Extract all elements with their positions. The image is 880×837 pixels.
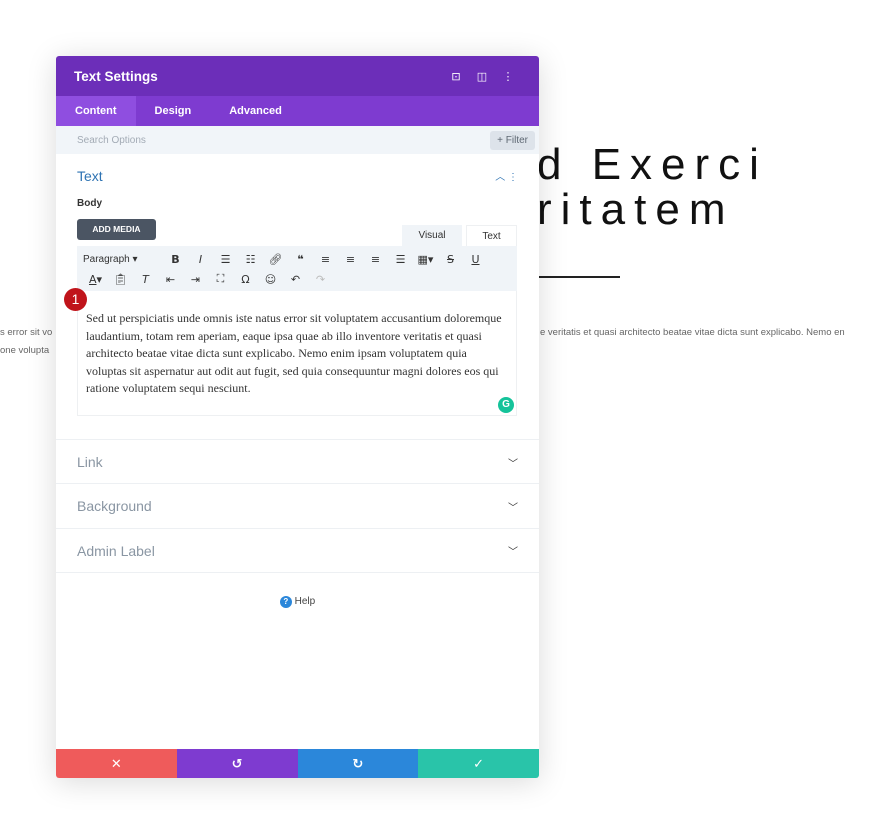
section-background[interactable]: Background ﹀ bbox=[56, 483, 539, 528]
grammarly-icon[interactable]: G bbox=[498, 397, 514, 413]
help-label: Help bbox=[294, 596, 316, 607]
section-admin-label[interactable]: Admin Label ﹀ bbox=[56, 528, 539, 573]
modal-header: Text Settings ⊡ ◫ ⋮ bbox=[56, 56, 539, 96]
align-left-icon[interactable]: ≡ bbox=[313, 253, 338, 266]
save-button[interactable]: ✓ bbox=[418, 749, 539, 778]
split-view-icon[interactable]: ◫ bbox=[469, 69, 495, 84]
strikethrough-icon[interactable]: S bbox=[438, 253, 463, 266]
undo-button[interactable]: ↺ bbox=[176, 749, 298, 778]
bold-icon[interactable]: B bbox=[163, 253, 188, 266]
bg-text: e veritatis et quasi architecto beatae v… bbox=[540, 327, 845, 338]
justify-icon[interactable]: ☰ bbox=[388, 253, 413, 266]
bg-divider bbox=[537, 276, 620, 278]
bg-text: one volupta bbox=[0, 345, 50, 356]
fullscreen-icon[interactable]: ⛶ bbox=[208, 272, 233, 286]
align-center-icon[interactable]: ≡ bbox=[338, 253, 363, 266]
link-icon[interactable]: 🔗︎ bbox=[263, 253, 288, 266]
tab-content[interactable]: Content bbox=[56, 96, 136, 126]
add-media-button[interactable]: ADD MEDIA bbox=[77, 219, 156, 240]
underline-icon[interactable]: U bbox=[463, 253, 488, 266]
chevron-down-icon: ﹀ bbox=[508, 458, 518, 470]
search-options-input[interactable]: Search Options + Filter bbox=[56, 126, 539, 154]
chevron-up-icon[interactable]: ︿ ⋮ bbox=[495, 168, 518, 184]
editor-toolbar: Paragraph ▾ B I ☰ ☷ 🔗︎ ❝ ≡ ≡ ≡ ☰ ▦▾ S U … bbox=[77, 246, 517, 291]
text-tab[interactable]: Text bbox=[466, 225, 517, 247]
paste-text-icon[interactable]: 📋︎ bbox=[108, 273, 133, 286]
search-placeholder: Search Options bbox=[77, 134, 146, 146]
chevron-down-icon: ﹀ bbox=[508, 502, 518, 514]
chevron-down-icon: ﹀ bbox=[508, 547, 518, 558]
align-right-icon[interactable]: ≡ bbox=[363, 253, 388, 266]
section-link[interactable]: Link ﹀ bbox=[56, 439, 539, 484]
bg-heading-1: d Exerci bbox=[537, 140, 768, 189]
more-icon[interactable]: ⋮ bbox=[495, 69, 521, 84]
filter-button[interactable]: + Filter bbox=[490, 130, 535, 150]
table-icon[interactable]: ▦▾ bbox=[413, 253, 438, 266]
italic-icon[interactable]: I bbox=[188, 253, 213, 266]
blockquote-icon[interactable]: ❝ bbox=[288, 253, 313, 266]
numbered-list-icon[interactable]: ☷ bbox=[238, 253, 263, 266]
cancel-button[interactable]: ✕ bbox=[56, 749, 177, 778]
help-icon: ? bbox=[279, 596, 292, 608]
editor-content[interactable]: Sed ut perspiciatis unde omnis iste natu… bbox=[77, 291, 517, 416]
bg-heading-2: ritatem bbox=[537, 185, 735, 234]
tab-advanced[interactable]: Advanced bbox=[210, 96, 301, 126]
clear-format-icon[interactable]: T bbox=[133, 273, 158, 286]
text-color-icon[interactable]: A▾ bbox=[83, 273, 108, 286]
section-label: Admin Label bbox=[77, 542, 155, 559]
section-label: Link bbox=[77, 454, 103, 470]
text-settings-modal: Text Settings ⊡ ◫ ⋮ Content Design Advan… bbox=[56, 56, 539, 778]
emoji-icon[interactable]: ☺ bbox=[258, 273, 283, 286]
bg-text: s error sit vo bbox=[0, 327, 53, 338]
body-label: Body bbox=[77, 198, 102, 209]
outdent-icon[interactable]: ⇤ bbox=[158, 273, 183, 286]
indent-icon[interactable]: ⇥ bbox=[183, 273, 208, 286]
format-select[interactable]: Paragraph ▾ bbox=[83, 254, 163, 265]
tab-design[interactable]: Design bbox=[136, 96, 211, 126]
section-label: Background bbox=[77, 498, 152, 514]
redo-icon[interactable]: ↷ bbox=[308, 273, 333, 286]
undo-icon[interactable]: ↶ bbox=[283, 273, 308, 286]
omega-icon[interactable]: Ω bbox=[233, 273, 258, 286]
section-title: Text bbox=[77, 168, 103, 184]
redo-button[interactable]: ↻ bbox=[297, 749, 419, 778]
focus-icon[interactable]: ⊡ bbox=[443, 69, 469, 84]
help-link[interactable]: ? Help bbox=[56, 596, 539, 608]
modal-title: Text Settings bbox=[74, 68, 158, 84]
step-badge: 1 bbox=[64, 288, 87, 311]
bullet-list-icon[interactable]: ☰ bbox=[213, 253, 238, 266]
section-text-header[interactable]: Text ︿ ⋮ bbox=[56, 154, 539, 184]
visual-tab[interactable]: Visual bbox=[402, 225, 462, 247]
